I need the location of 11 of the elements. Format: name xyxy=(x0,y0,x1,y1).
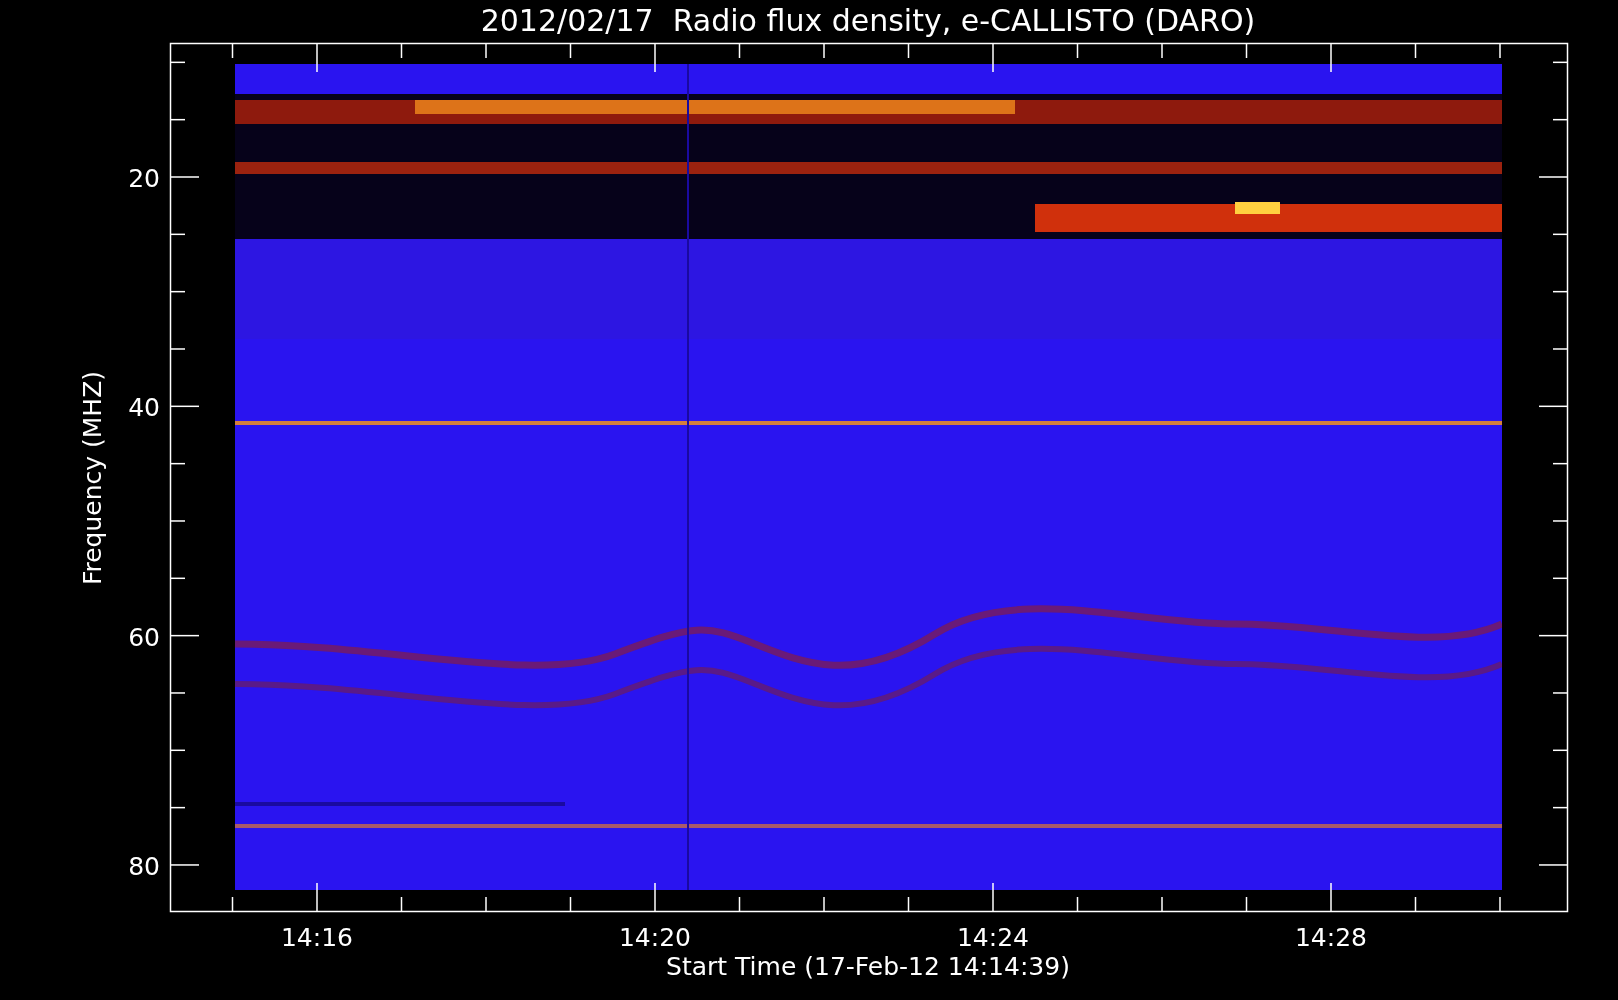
y-tick-label: 80 xyxy=(128,851,160,881)
x-axis-label: Start Time (17-Feb-12 14:14:39) xyxy=(666,952,1070,981)
chart-title: 2012/02/17 Radio flux density, e-CALLISTO (DARO) xyxy=(480,3,1256,38)
y-tick-label: 60 xyxy=(128,622,160,652)
y-axis-label: Frequency (MHZ) xyxy=(78,370,107,586)
x-tick-label: 14:24 xyxy=(957,923,1029,952)
x-tick-label: 14:28 xyxy=(1295,923,1367,952)
y-tick-label: 20 xyxy=(128,164,160,193)
x-tick-label: 14:16 xyxy=(281,923,353,952)
y-tick-label: 40 xyxy=(128,393,160,423)
x-tick-label: 14:20 xyxy=(619,923,691,952)
